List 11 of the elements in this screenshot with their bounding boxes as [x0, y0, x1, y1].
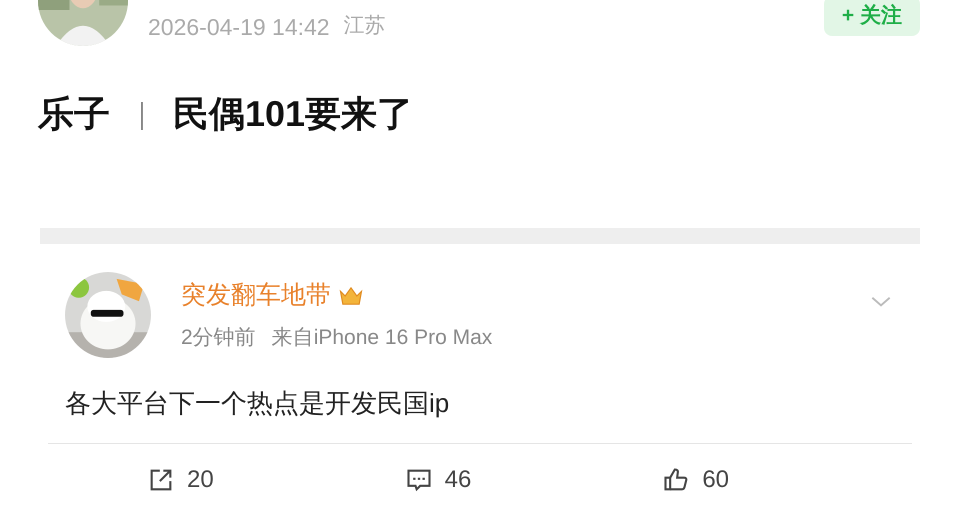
post-title: 乐子	[38, 92, 110, 136]
post-source: 来自iPhone 16 Pro Max	[272, 325, 492, 351]
share-button[interactable]: 20	[147, 462, 405, 498]
comment-button[interactable]: 46	[404, 462, 662, 498]
post-time: 2026-04-19 14:42	[148, 13, 330, 42]
post-text: 各大平台下一个热点是开发民国ip	[65, 387, 450, 420]
separator: ｜	[128, 97, 155, 132]
post-location: 江苏	[344, 13, 386, 39]
like-button[interactable]: 60	[662, 462, 920, 498]
post-time: 2分钟前	[181, 325, 256, 351]
post-headline: 民偶101要来了	[173, 92, 414, 136]
